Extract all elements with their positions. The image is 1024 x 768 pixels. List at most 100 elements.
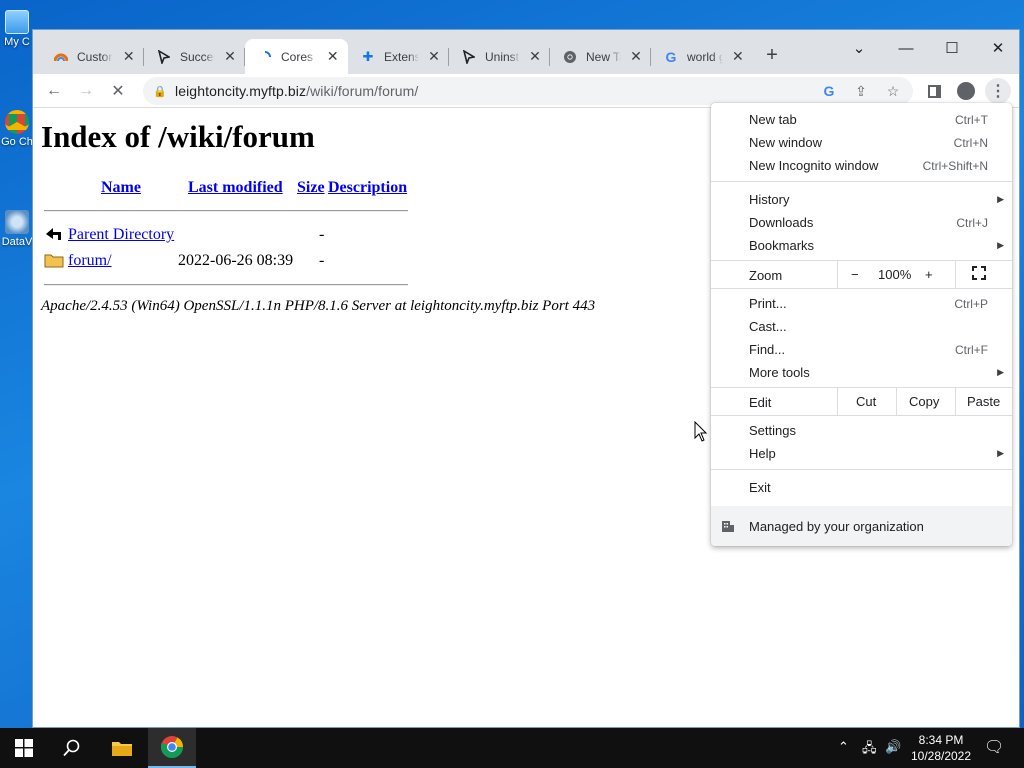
menu-item-managed[interactable]: Managed by your organization [711,506,1012,546]
zoom-out-button[interactable]: − [851,267,859,282]
menu-item-new-window[interactable]: New window Ctrl+N [711,131,1012,154]
cursor-arrow-icon [156,49,172,65]
tab-new-tab[interactable]: New Tab ✕ [550,39,651,74]
bookmark-star-icon[interactable]: ☆ [881,79,905,103]
edit-row: Edit Cut Copy Paste [711,387,1012,416]
volume-icon[interactable]: 🔊 [885,739,901,755]
search-button[interactable] [48,728,96,768]
lock-icon: 🔒 [153,85,167,98]
taskbar: ⌃ 🖧 🔊 8:34 PM 10/28/2022 🗨 [0,728,1024,768]
tab-custom[interactable]: Custom ✕ [41,39,144,74]
tab-world[interactable]: G world g ✕ [651,39,753,74]
zoom-level: 100% [878,267,912,282]
new-tab-button[interactable]: + [760,44,784,68]
chevron-up-icon[interactable]: ⌃ [838,739,849,755]
tab-title: Custom [77,49,113,64]
tab-search-button[interactable]: ⌄ [836,34,882,62]
back-arrow-icon [46,228,61,240]
menu-label: Help [749,446,776,461]
chevron-down-icon: ⌄ [852,40,866,57]
clock[interactable]: 8:34 PM 10/28/2022 [906,732,976,764]
menu-item-more-tools[interactable]: More tools ▶ [711,361,1012,384]
col-size-header[interactable]: Size [297,179,325,197]
minimize-button[interactable]: — [883,34,929,62]
address-bar[interactable]: 🔒 leightoncity.myftp.biz/wiki/forum/foru… [143,77,913,105]
menu-item-print[interactable]: Print... Ctrl+P [711,292,1012,315]
close-icon[interactable]: ✕ [731,48,745,65]
fullscreen-button[interactable] [972,266,986,283]
paste-button[interactable]: Paste [967,394,1000,409]
menu-label: History [749,192,790,207]
menu-label: Exit [749,480,771,495]
start-button[interactable] [0,728,48,768]
menu-item-downloads[interactable]: Downloads Ctrl+J [711,211,1012,234]
menu-item-settings[interactable]: Settings [711,419,1012,442]
tab-cores[interactable]: Cores F ✕ [245,39,348,74]
tab-uninstall[interactable]: Uninstall ✕ [449,39,550,74]
chrome-taskbar-button[interactable] [148,728,196,768]
menu-button[interactable]: ⋮ [985,78,1011,104]
divider [44,210,408,212]
stop-icon: ✕ [111,83,125,100]
divider [837,261,838,288]
network-icon[interactable]: 🖧 [862,739,877,761]
menu-label: Downloads [749,215,814,230]
menu-shortcut: Ctrl+N [953,135,988,150]
menu-item-incognito[interactable]: New Incognito window Ctrl+Shift+N [711,154,1012,177]
maximize-button[interactable]: ☐ [929,34,975,62]
tab-success[interactable]: Success ✕ [144,39,245,74]
menu-item-history[interactable]: History ▶ [711,188,1012,211]
menu-label: Print... [749,296,787,311]
monitor-icon [5,10,29,34]
close-icon[interactable]: ✕ [427,48,441,65]
tab-title: New Tab [586,49,621,64]
datav-desktop-icon[interactable]: DataV [0,210,34,249]
url-domain: leightoncity.myftp.biz [175,83,307,99]
forward-button[interactable]: → [73,78,99,104]
divider [44,284,408,286]
close-icon[interactable]: ✕ [325,48,340,65]
close-icon[interactable]: ✕ [629,48,643,65]
menu-label: Managed by your organization [749,518,924,534]
share-icon[interactable]: ⇪ [849,79,873,103]
menu-item-cast[interactable]: Cast... [711,315,1012,338]
divider [955,388,956,415]
menu-item-help[interactable]: Help ▶ [711,442,1012,465]
notifications-icon[interactable]: 🗨 [984,737,1004,757]
menu-item-new-tab[interactable]: New tab Ctrl+T [711,108,1012,131]
zoom-in-button[interactable]: + [925,267,933,282]
close-icon[interactable]: ✕ [528,48,542,65]
this-pc-desktop-icon[interactable]: My C [0,10,34,49]
parent-directory-link[interactable]: Parent Directory [68,226,174,244]
close-window-button[interactable]: ✕ [975,34,1019,62]
col-modified-header[interactable]: Last modified [188,179,283,197]
menu-item-exit[interactable]: Exit [711,476,1012,499]
google-lens-icon[interactable]: G [817,79,841,103]
modified-cell: 2022-06-26 08:39 [178,252,294,269]
side-panel-button[interactable] [921,78,947,104]
folder-icon [44,254,64,268]
menu-label: More tools [749,365,810,380]
menu-label: Settings [749,423,796,438]
copy-button[interactable]: Copy [909,394,939,409]
submenu-arrow-icon: ▶ [997,448,1004,458]
tab-title: Extensions [384,49,419,64]
col-description-header[interactable]: Description [328,179,407,197]
profile-button[interactable] [953,78,979,104]
menu-shortcut: Ctrl+F [955,342,988,357]
folder-link[interactable]: forum/ [68,252,112,270]
chrome-desktop-icon[interactable]: Go Ch [0,110,34,149]
desktop-icon-label: DataV [1,236,33,248]
submenu-arrow-icon: ▶ [997,194,1004,204]
col-name-header[interactable]: Name [101,179,141,197]
close-icon[interactable]: ✕ [121,48,136,65]
file-explorer-button[interactable] [98,728,146,768]
tab-extensions[interactable]: ✚ Extensions ✕ [348,39,449,74]
back-button[interactable]: ← [41,78,67,104]
menu-item-find[interactable]: Find... Ctrl+F [711,338,1012,361]
menu-item-bookmarks[interactable]: Bookmarks ▶ [711,234,1012,257]
close-icon[interactable]: ✕ [223,48,237,65]
stop-button[interactable]: ✕ [105,78,131,104]
menu-label: New Incognito window [749,158,879,173]
cut-button[interactable]: Cut [856,394,876,409]
